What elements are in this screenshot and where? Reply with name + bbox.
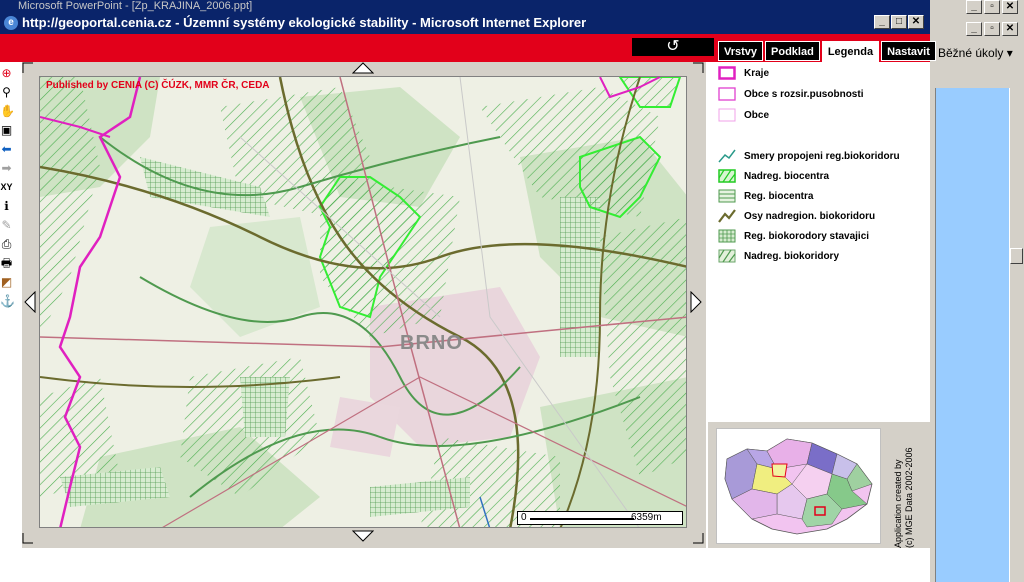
legend-label: Obce [744, 109, 770, 121]
ie-close-icon[interactable]: ✕ [908, 15, 924, 29]
minimize-icon[interactable]: _ [966, 0, 982, 14]
print-setup-icon[interactable]: ⎙ [0, 235, 13, 254]
map-copyright: Published by CENIA (C) ČÚZK, MMR ČR, CED… [46, 80, 270, 91]
osy-swatch [718, 209, 736, 223]
ie-maximize-icon[interactable]: □ [891, 15, 907, 29]
ie-window-controls: _ □ ✕ [874, 15, 924, 29]
slide-panel [935, 88, 1009, 582]
map-graphics [40, 77, 686, 527]
map-tools: ⊕ ⚲ ✋ ▣ ⬅ ➡ XY ℹ ✎ ⎙ 🖶 ◩ ⚓ [0, 64, 15, 334]
pan-south-icon[interactable] [352, 530, 374, 542]
ie-window-title: http://geoportal.cenia.cz - Územní systé… [0, 12, 930, 34]
tab-legenda[interactable]: Legenda [821, 41, 880, 62]
application-credit: Application created by (c) MGE Data 2002… [893, 440, 927, 548]
map-canvas[interactable]: Published by CENIA (C) ČÚZK, MMR ČR, CED… [39, 76, 687, 528]
city-label: BRNO [400, 332, 463, 354]
back-arrow-icon[interactable]: ⬅ [0, 140, 13, 159]
smery-swatch [718, 149, 736, 163]
legend-label: Kraje [744, 67, 770, 79]
legend-label: Reg. biokorodory stavajici [744, 230, 870, 242]
document-window-controls: _ ▫ ✕ [966, 22, 1018, 36]
legend-label: Reg. biocentra [744, 190, 814, 202]
legend-item-osy: Osy nadregion. biokoridoru [718, 209, 875, 223]
zoom-in-icon[interactable]: ⊕ [0, 64, 13, 83]
legend-item-reg-biocentra: Reg. biocentra [718, 189, 813, 203]
export-icon[interactable]: ◩ [0, 273, 13, 292]
scale-line [530, 518, 634, 520]
tab-nastavit[interactable]: Nastavit [881, 41, 936, 61]
task-pane-label: Běžné úkoly [938, 46, 1004, 60]
page-footer-space [0, 548, 930, 582]
pan-northwest-icon[interactable] [22, 62, 34, 74]
legend-label: Nadreg. biocentra [744, 170, 830, 182]
legend-item-nadreg-biokoridory: Nadreg. biokoridory [718, 249, 839, 263]
ie-minimize-icon[interactable]: _ [874, 15, 890, 29]
legend-item-kraje: Kraje [718, 66, 769, 80]
legend-item-obce: Obce [718, 108, 769, 122]
restore-icon[interactable]: ▫ [984, 0, 1000, 14]
scale-start: 0 [521, 512, 527, 523]
task-pane-dropdown[interactable]: Běžné úkoly ▾ [938, 46, 1013, 60]
pan-southeast-icon[interactable] [692, 532, 704, 544]
screen: Microsoft PowerPoint - [Zp_KRAJINA_2006.… [0, 0, 1024, 582]
overview-map[interactable] [716, 428, 881, 544]
pan-east-icon[interactable] [690, 291, 702, 313]
nadreg-biocentra-swatch [718, 169, 736, 183]
chevron-down-icon: ▾ [1006, 46, 1013, 60]
refresh-icon: ↺ [666, 38, 680, 55]
pan-hand-icon[interactable]: ✋ [0, 102, 15, 121]
refresh-button[interactable]: ↺ [632, 38, 714, 56]
scale-bar: 0 6359m [517, 511, 683, 525]
anchor-icon[interactable]: ⚓ [0, 292, 15, 311]
legend-label: Smery propojeni reg.biokoridoru [744, 150, 900, 162]
legend-label: Osy nadregion. biokoridoru [744, 210, 876, 222]
full-extent-icon[interactable]: ▣ [0, 121, 13, 140]
doc-close-icon[interactable]: ✕ [1002, 22, 1018, 36]
legend-item-nadreg-biocentra: Nadreg. biocentra [718, 169, 829, 183]
pan-southwest-icon[interactable] [22, 532, 34, 544]
overview-map-graphics [724, 438, 873, 535]
reg-biocentra-swatch [718, 189, 736, 203]
kraje-swatch [718, 66, 736, 80]
credit-line-1: Application created by [893, 459, 903, 548]
legend-item-reg-biokoridory: Reg. biokorodory stavajici [718, 229, 869, 243]
tab-podklad[interactable]: Podklad [765, 41, 820, 61]
legend-label: Nadreg. biokoridory [744, 250, 840, 262]
scrollbar-thumb[interactable] [1010, 248, 1023, 264]
vertical-scrollbar[interactable] [1009, 88, 1024, 582]
legend-panel: Kraje Obce s rozsir.pusobnosti Obce Smer… [708, 62, 930, 422]
forward-arrow-icon[interactable]: ➡ [0, 159, 13, 178]
tab-vrstvy[interactable]: Vrstvy [718, 41, 764, 61]
background-window-title: Microsoft PowerPoint - [Zp_KRAJINA_2006.… [0, 0, 1024, 12]
ie-logo-icon: e [4, 16, 18, 30]
coordinates-icon[interactable]: XY [0, 178, 13, 197]
credit-line-2: (c) MGE Data 2002-2006 [904, 447, 914, 548]
scale-value: 6359m [631, 512, 662, 523]
background-window-controls: _ ▫ ✕ [966, 0, 1018, 14]
measure-icon[interactable]: ✎ [0, 216, 13, 235]
nadreg-biokoridory-swatch [718, 249, 736, 263]
zoom-icon[interactable]: ⚲ [0, 83, 13, 102]
doc-restore-icon[interactable]: ▫ [984, 22, 1000, 36]
pan-north-icon[interactable] [352, 62, 374, 74]
obce-swatch [718, 108, 736, 122]
doc-minimize-icon[interactable]: _ [966, 22, 982, 36]
pan-west-icon[interactable] [24, 291, 36, 313]
pan-northeast-icon[interactable] [692, 62, 704, 74]
orp-swatch [718, 87, 736, 101]
close-icon[interactable]: ✕ [1002, 0, 1018, 14]
print-icon[interactable]: 🖶 [0, 254, 13, 273]
legend-item-orp: Obce s rozsir.pusobnosti [718, 87, 863, 101]
legend-label: Obce s rozsir.pusobnosti [744, 88, 864, 100]
info-icon[interactable]: ℹ [0, 197, 13, 216]
panel-tabs: Vrstvy Podklad Legenda Nastavit [718, 41, 936, 62]
legend-item-smery: Smery propojeni reg.biokoridoru [718, 149, 900, 163]
reg-biokoridory-swatch [718, 229, 736, 243]
